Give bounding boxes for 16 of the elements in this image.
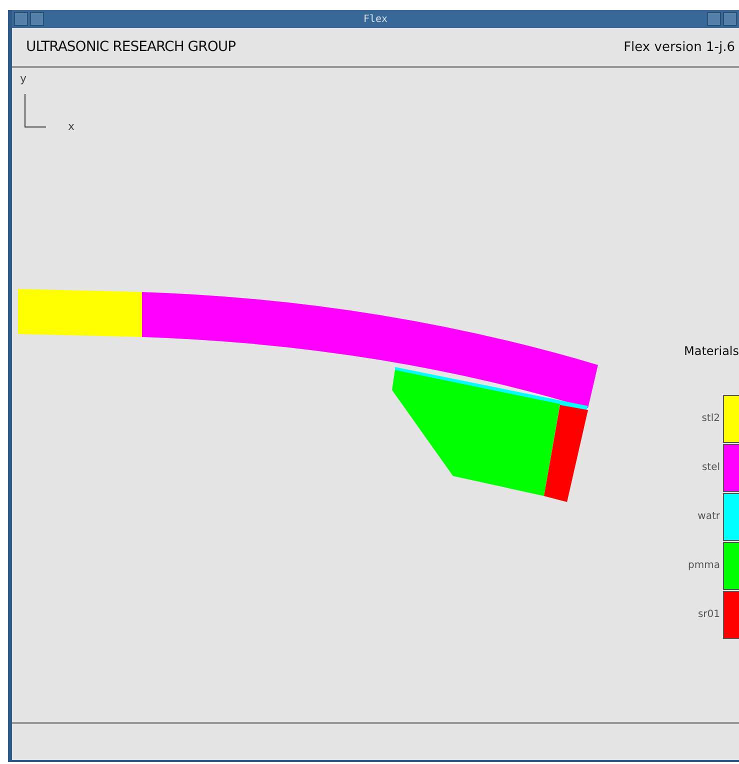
close-button[interactable]	[30, 12, 44, 26]
y-axis-label: y	[20, 72, 27, 85]
axes-icon	[24, 94, 46, 128]
maximize-button[interactable]	[723, 12, 737, 26]
material-label: pmma	[687, 560, 720, 571]
window-title: Flex	[363, 14, 388, 24]
version-label: Flex version 1-j.6	[624, 40, 735, 54]
group-name: ULTRASONIC RESEARCH GROUP	[26, 39, 236, 55]
window-menu-button[interactable]	[14, 12, 28, 26]
material-label: stel	[700, 462, 720, 473]
x-axis-label: x	[68, 120, 75, 133]
material-label: sr01	[696, 609, 720, 620]
minimize-button[interactable]	[707, 12, 721, 26]
material-label: watr	[696, 511, 720, 522]
material-label: stl2	[700, 413, 720, 424]
legend-title: Materials	[684, 344, 739, 358]
